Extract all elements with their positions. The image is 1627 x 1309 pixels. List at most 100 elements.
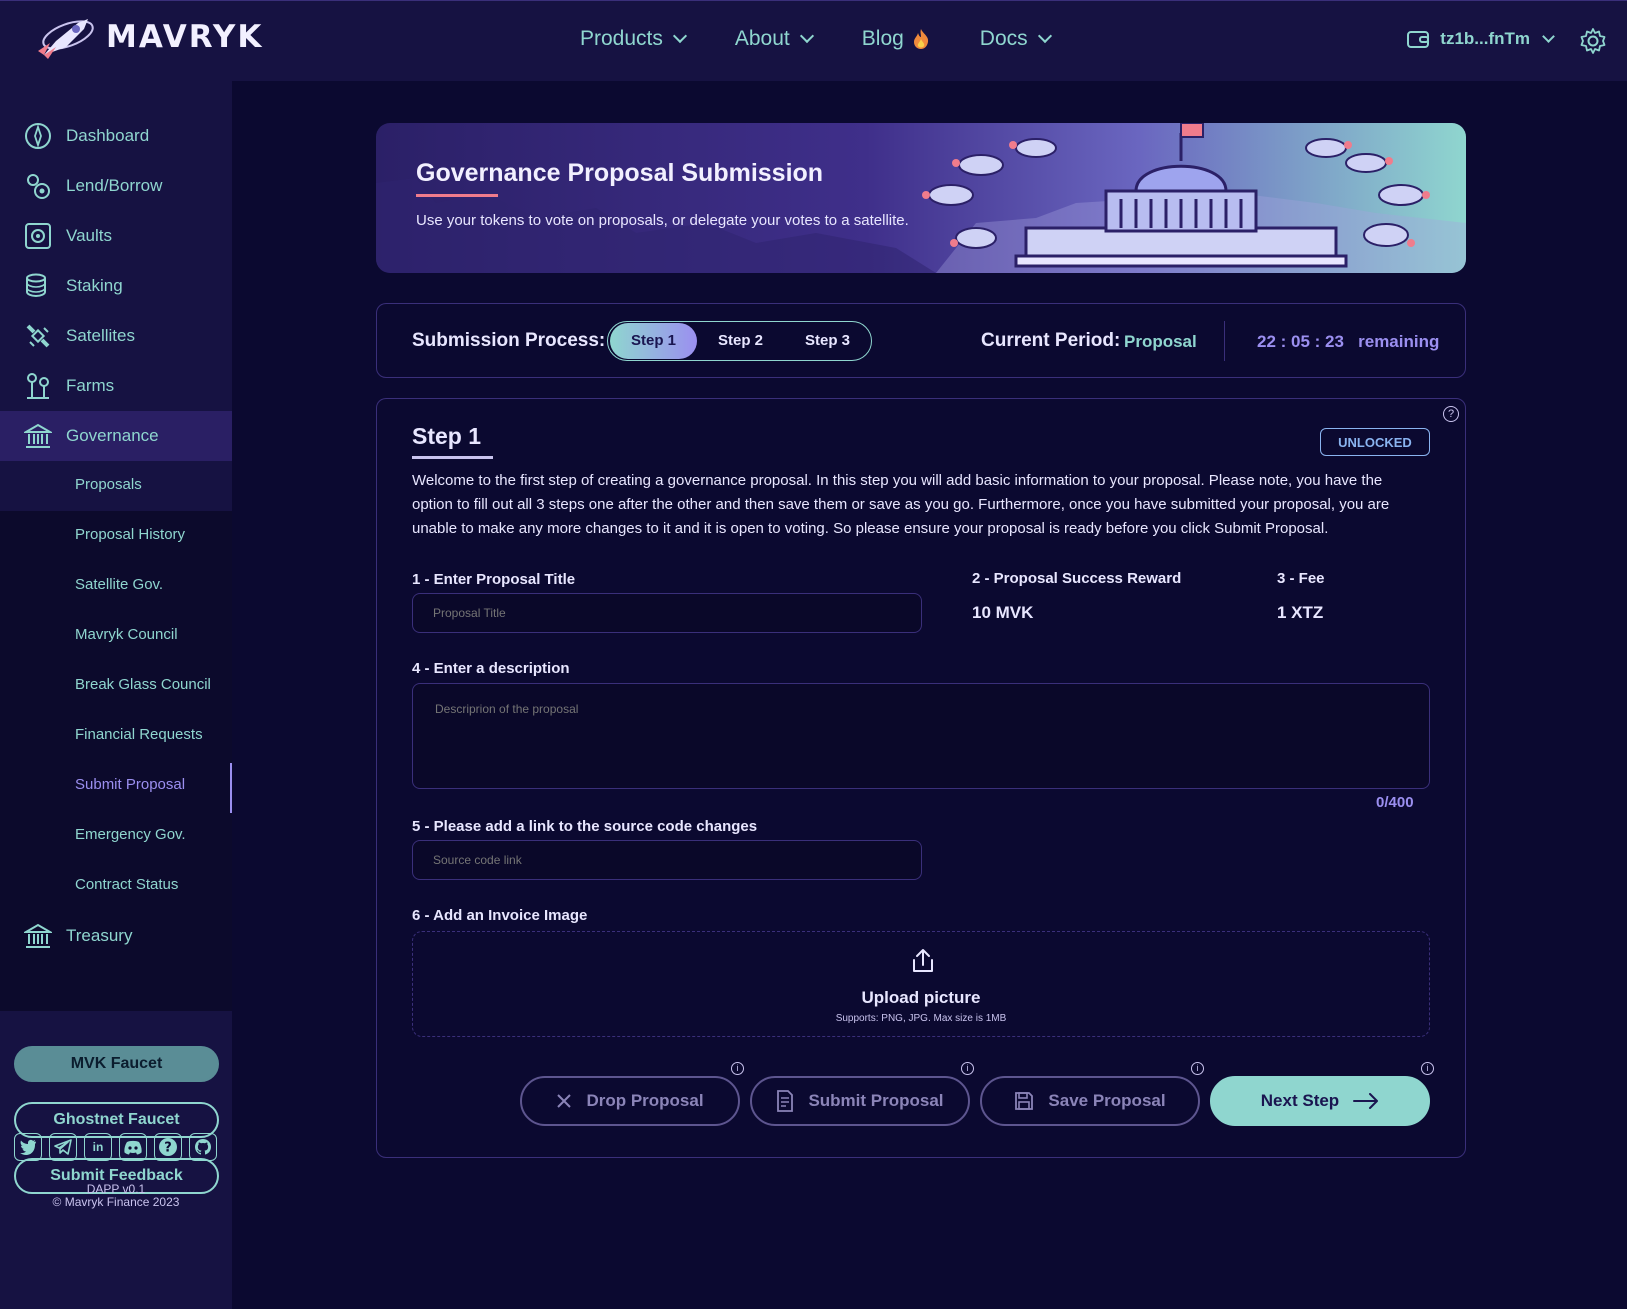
submenu-mavryk-council[interactable]: Mavryk Council (75, 626, 178, 643)
description-textarea[interactable] (412, 683, 1430, 789)
submenu-emergency-gov[interactable]: Emergency Gov. (75, 826, 186, 843)
github-icon[interactable] (189, 1133, 217, 1161)
drop-proposal-label: Drop Proposal (586, 1091, 704, 1110)
info-icon[interactable]: i (731, 1062, 744, 1075)
next-step-button[interactable]: Next Step (1210, 1076, 1430, 1126)
nav-products-label: Products (580, 27, 663, 50)
status-badge: UNLOCKED (1320, 428, 1430, 456)
nav-docs-label: Docs (979, 27, 1028, 50)
source-link-input[interactable] (412, 840, 922, 880)
description-label: 4 - Enter a description (412, 660, 570, 677)
proposal-form-card: ? Step 1 UNLOCKED Welcome to the first s… (376, 398, 1466, 1158)
save-proposal-label: Save Proposal (1048, 1091, 1166, 1110)
tab-step-2[interactable]: Step 2 (697, 323, 784, 359)
info-icon[interactable]: i (961, 1062, 974, 1075)
submenu-break-glass-council[interactable]: Break Glass Council (75, 676, 211, 693)
sidebar-item-lend-borrow[interactable]: Lend/Borrow (0, 161, 232, 211)
reward-value: 10 MVK (972, 603, 1034, 622)
staking-icon (24, 272, 52, 300)
wallet-address: tz1b...fnTm (1440, 29, 1530, 48)
info-icon[interactable]: i (1191, 1062, 1204, 1075)
nav-about[interactable]: About (735, 27, 814, 51)
submenu-proposals[interactable]: Proposals (75, 476, 142, 493)
sidebar-item-staking[interactable]: Staking (0, 261, 232, 311)
chevron-down-icon (1037, 28, 1052, 44)
invoice-upload-dropzone[interactable]: Upload picture Supports: PNG, JPG. Max s… (412, 931, 1430, 1037)
save-proposal-button[interactable]: Save Proposal (980, 1076, 1200, 1126)
upload-icon (913, 949, 933, 972)
source-link-label: 5 - Please add a link to the source code… (412, 818, 758, 835)
sidebar-item-label: Staking (66, 276, 123, 295)
sidebar-item-treasury[interactable]: Treasury (0, 911, 232, 961)
fee-value: 1 XTZ (1277, 603, 1324, 622)
page-title: Governance Proposal Submission (416, 159, 824, 187)
upload-title: Upload picture (861, 988, 981, 1007)
sidebar-item-label: Satellites (66, 326, 135, 345)
svg-text:?: ? (164, 1141, 172, 1156)
help-icon[interactable]: ? (1443, 406, 1459, 422)
submenu-proposal-history[interactable]: Proposal History (75, 526, 185, 543)
nav-blog[interactable]: Blog (862, 27, 930, 51)
submit-proposal-label: Submit Proposal (808, 1091, 944, 1110)
governance-icon (24, 422, 52, 450)
vault-icon (24, 222, 52, 250)
nav-docs[interactable]: Docs (979, 27, 1052, 51)
proposal-title-label: 1 - Enter Proposal Title (412, 571, 576, 588)
main-nav: Products About Blog Docs (580, 27, 1052, 51)
linkedin-icon[interactable]: in (84, 1133, 112, 1161)
reward-label: 2 - Proposal Success Reward (972, 570, 1182, 587)
submenu-financial-requests[interactable]: Financial Requests (75, 726, 203, 743)
submenu-contract-status[interactable]: Contract Status (75, 876, 178, 893)
sidebar: Dashboard Lend/Borrow Vaults Staking Sat… (0, 81, 232, 1309)
save-icon (1015, 1092, 1034, 1110)
sidebar-item-farms[interactable]: Farms (0, 361, 232, 411)
telegram-icon[interactable] (49, 1133, 77, 1161)
submenu-submit-proposal[interactable]: Submit Proposal (75, 776, 185, 793)
wallet-menu[interactable]: tz1b...fnTm (1406, 29, 1555, 49)
next-step-label: Next Step (1260, 1091, 1340, 1110)
nav-blog-label: Blog (861, 27, 904, 50)
gear-icon[interactable] (1579, 27, 1607, 55)
wallet-icon (1407, 31, 1430, 48)
divider (1224, 321, 1225, 361)
proposal-title-input[interactable] (412, 593, 922, 633)
page-banner: Governance Proposal Submission Use your … (376, 123, 1466, 273)
sidebar-item-label: Dashboard (66, 126, 150, 145)
app-footer: DAPP v0.1 © Mavryk Finance 2023 (0, 1183, 232, 1209)
sidebar-item-label: Treasury (66, 926, 133, 945)
discord-icon[interactable] (119, 1133, 147, 1161)
sidebar-item-dashboard[interactable]: Dashboard (0, 111, 232, 161)
tab-step-1[interactable]: Step 1 (610, 323, 697, 359)
rocket-icon (38, 19, 94, 59)
step-switcher: Step 1 Step 2 Step 3 (607, 321, 872, 361)
current-period-value: Proposal (1124, 332, 1197, 351)
info-icon[interactable]: i (1421, 1062, 1434, 1075)
mvk-faucet-button[interactable]: MVK Faucet (14, 1046, 219, 1082)
social-links: in ? (14, 1133, 217, 1161)
help-icon[interactable]: ? (154, 1133, 182, 1161)
brand-name: MAVRYK (106, 19, 264, 55)
submission-process-bar: Submission Process: Step 1 Step 2 Step 3… (376, 303, 1466, 378)
document-icon (777, 1090, 794, 1112)
arrow-right-icon (1353, 1093, 1379, 1109)
tab-step-3[interactable]: Step 3 (784, 323, 871, 359)
submenu-satellite-gov[interactable]: Satellite Gov. (75, 576, 163, 593)
brand-logo[interactable]: MAVRYK (34, 15, 263, 59)
invoice-image-label: 6 - Add an Invoice Image (412, 907, 588, 924)
step-title: Step 1 (412, 423, 482, 449)
chevron-down-icon (672, 28, 687, 44)
sidebar-item-vaults[interactable]: Vaults (0, 211, 232, 261)
active-indicator (230, 763, 232, 813)
submit-proposal-button[interactable]: Submit Proposal (750, 1076, 970, 1126)
submission-process-label: Submission Process: (412, 330, 606, 351)
timer-value: 22 : 05 : 23 (1257, 332, 1344, 351)
twitter-icon[interactable] (14, 1133, 42, 1161)
nav-products[interactable]: Products (580, 27, 687, 51)
sidebar-item-satellites[interactable]: Satellites (0, 311, 232, 361)
dashboard-icon (24, 122, 52, 150)
chevron-down-icon (1542, 29, 1555, 43)
lend-borrow-icon (24, 172, 52, 200)
sidebar-item-label: Vaults (66, 226, 112, 245)
sidebar-item-governance[interactable]: Governance (0, 411, 232, 461)
drop-proposal-button[interactable]: Drop Proposal (520, 1076, 740, 1126)
